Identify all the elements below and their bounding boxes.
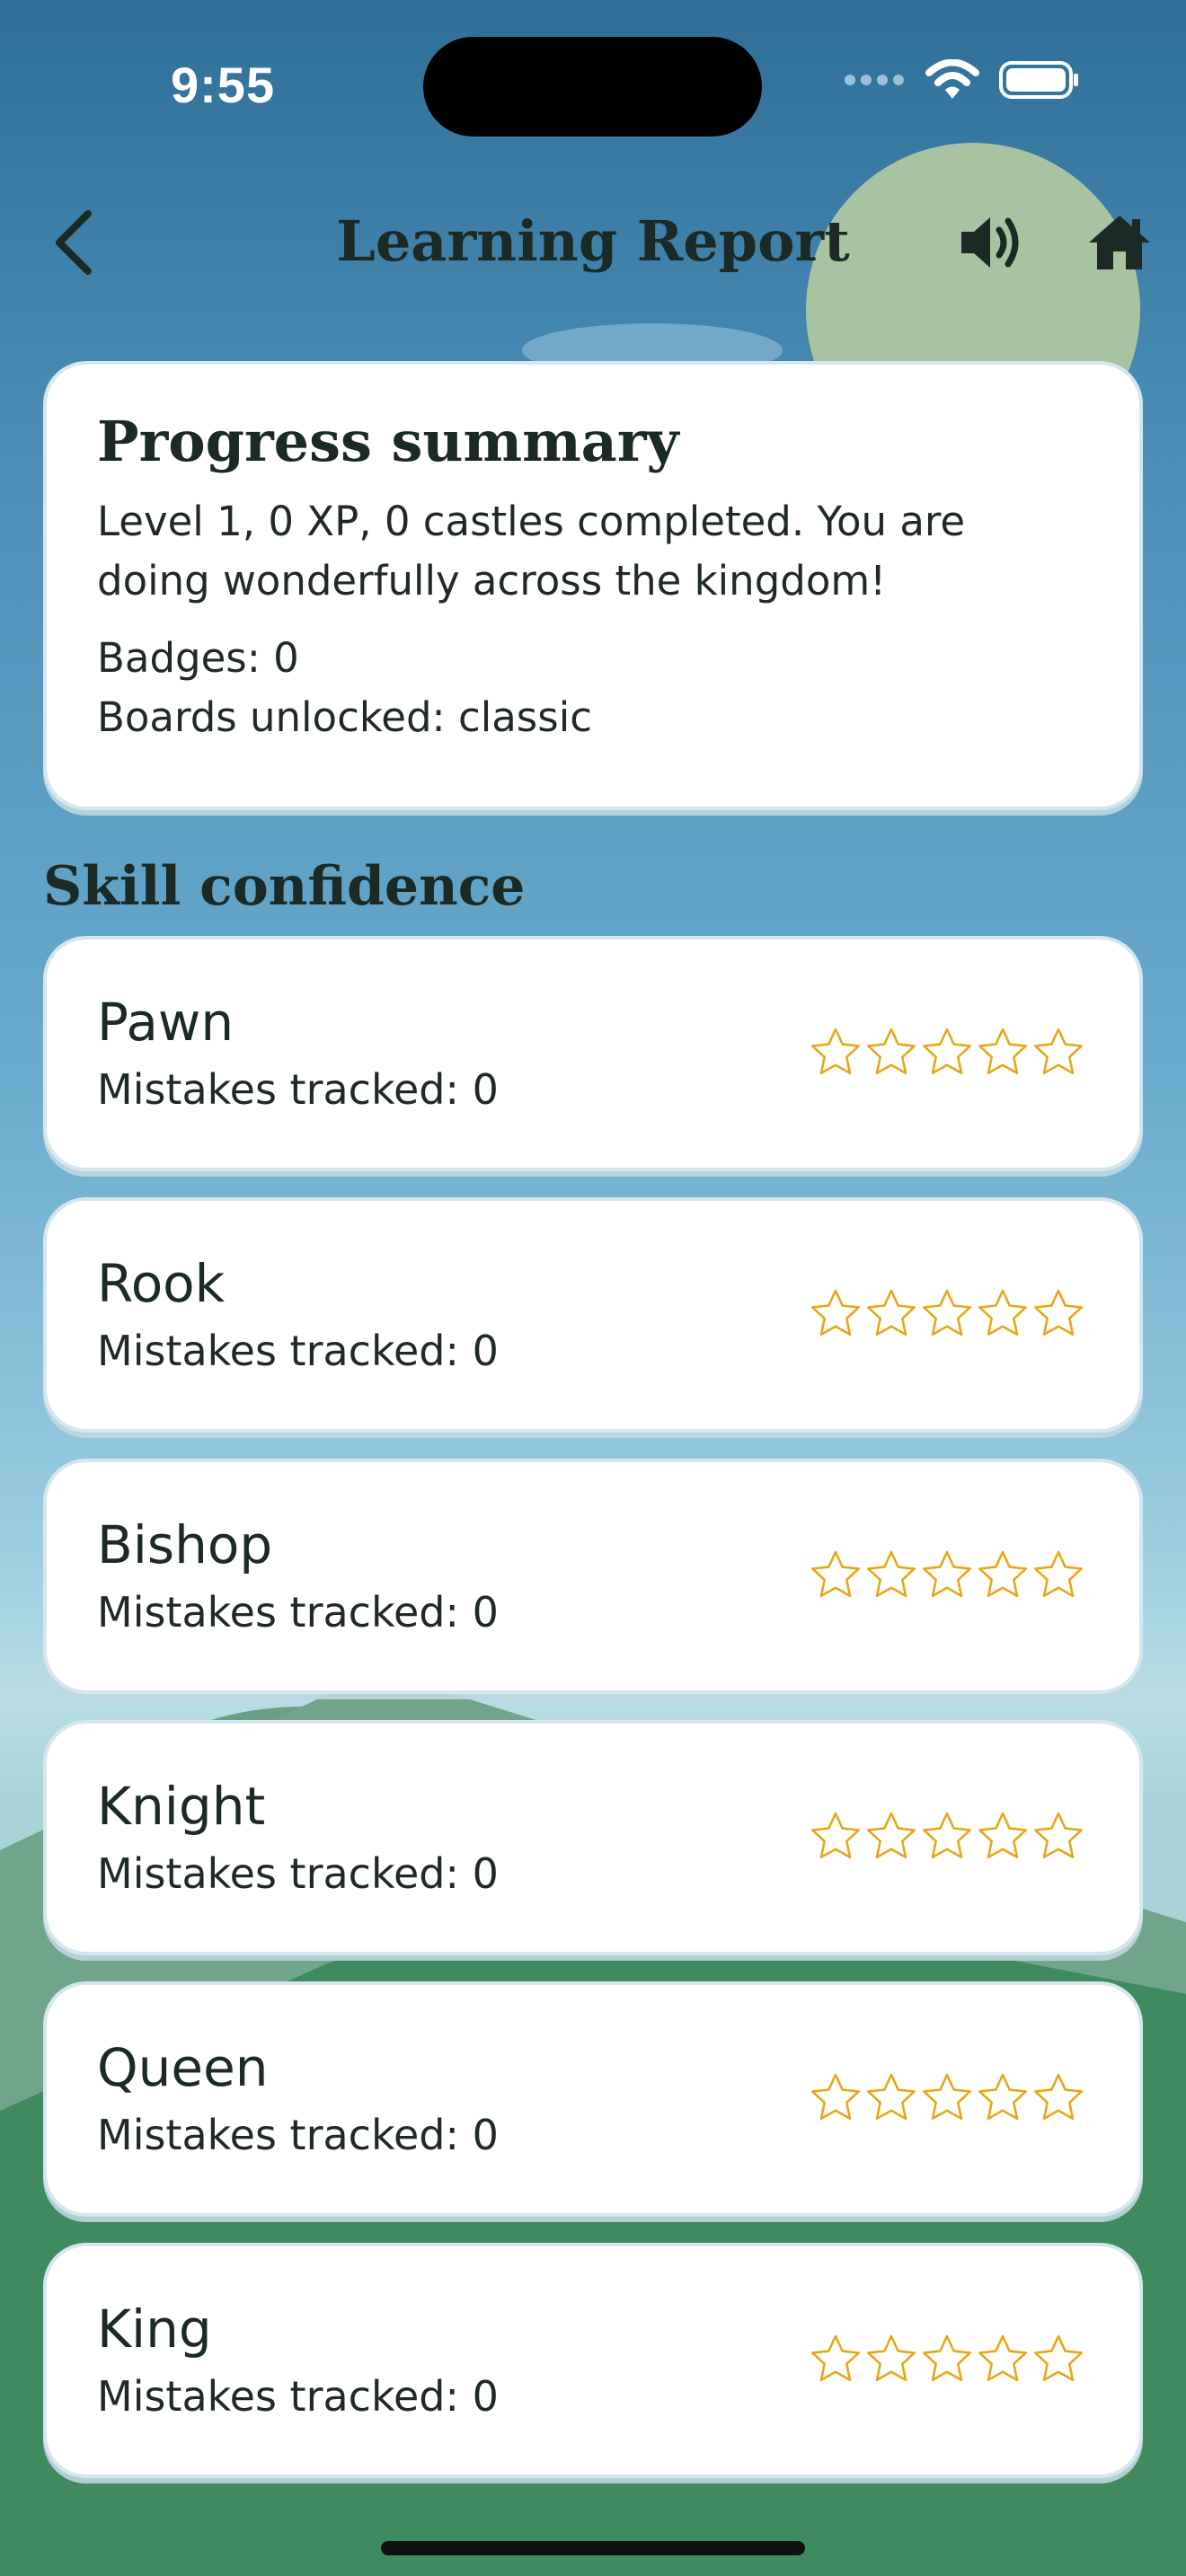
star-outline-icon bbox=[923, 1289, 971, 1337]
home-indicator bbox=[381, 2541, 805, 2555]
star-outline-icon bbox=[978, 1289, 1027, 1337]
boards-unlocked: Boards unlocked: classic bbox=[97, 693, 592, 742]
star-outline-icon bbox=[923, 1812, 971, 1859]
star-rating bbox=[809, 2333, 1085, 2386]
skill-mistakes: Mistakes tracked: 0 bbox=[97, 1849, 499, 1898]
skill-name: Pawn bbox=[97, 992, 235, 1053]
summary-meta: Badges: 0 Boards unlocked: classic bbox=[97, 629, 1089, 747]
skill-mistakes: Mistakes tracked: 0 bbox=[97, 1065, 499, 1114]
star-outline-icon bbox=[1034, 1812, 1083, 1859]
star-outline-icon bbox=[867, 1812, 916, 1859]
star-outline-icon bbox=[811, 2334, 860, 2382]
star-outline-icon bbox=[1034, 1550, 1083, 1598]
star-rating bbox=[809, 2071, 1085, 2125]
nav-bar: Learning Report bbox=[0, 180, 1186, 305]
star-rating bbox=[809, 1548, 1085, 1602]
status-icons bbox=[843, 59, 1080, 101]
star-outline-icon bbox=[867, 1550, 916, 1598]
status-time: 9:55 bbox=[171, 57, 276, 113]
star-outline-icon bbox=[811, 1812, 860, 1859]
skill-mistakes: Mistakes tracked: 0 bbox=[97, 2372, 499, 2421]
status-bar: 9:55 bbox=[0, 0, 1186, 171]
skill-name: Knight bbox=[97, 1776, 266, 1837]
star-outline-icon bbox=[978, 2334, 1027, 2382]
star-outline-icon bbox=[978, 1550, 1027, 1598]
skill-card-queen: Queen Mistakes tracked: 0 bbox=[43, 1981, 1143, 2217]
star-outline-icon bbox=[811, 1289, 860, 1337]
cellular-signal-icon bbox=[845, 75, 904, 85]
badges-count: Badges: 0 bbox=[97, 634, 299, 683]
skill-name: Queen bbox=[97, 2037, 269, 2098]
report-content: Progress summary Level 1, 0 XP, 0 castle… bbox=[43, 361, 1143, 2504]
star-rating bbox=[809, 1287, 1085, 1341]
star-rating bbox=[809, 1810, 1085, 1864]
star-outline-icon bbox=[1034, 2334, 1083, 2382]
star-outline-icon bbox=[811, 2073, 860, 2121]
wifi-icon bbox=[925, 59, 979, 99]
star-outline-icon bbox=[923, 2334, 971, 2382]
star-outline-icon bbox=[811, 1550, 860, 1598]
star-outline-icon bbox=[923, 2073, 971, 2121]
skill-name: Bishop bbox=[97, 1514, 273, 1575]
skill-confidence-heading: Skill confidence bbox=[43, 855, 526, 918]
home-icon bbox=[1089, 216, 1150, 269]
skill-name: Rook bbox=[97, 1253, 226, 1314]
skill-list: Pawn Mistakes tracked: 0 Rook Mistakes t… bbox=[43, 936, 1143, 2478]
star-rating bbox=[809, 1026, 1085, 1080]
star-outline-icon bbox=[1034, 1028, 1083, 1075]
star-outline-icon bbox=[867, 1028, 916, 1075]
star-outline-icon bbox=[867, 2334, 916, 2382]
star-outline-icon bbox=[978, 2073, 1027, 2121]
skill-name: King bbox=[97, 2298, 212, 2360]
speaker-icon bbox=[961, 217, 1019, 268]
star-outline-icon bbox=[923, 1550, 971, 1598]
sound-button[interactable] bbox=[958, 212, 1026, 273]
skill-card-king: King Mistakes tracked: 0 bbox=[43, 2243, 1143, 2478]
dynamic-island bbox=[423, 37, 762, 137]
summary-text: Level 1, 0 XP, 0 castles completed. You … bbox=[97, 498, 966, 605]
summary-title: Progress summary bbox=[97, 409, 679, 474]
skill-mistakes: Mistakes tracked: 0 bbox=[97, 2111, 499, 2159]
battery-icon bbox=[999, 61, 1078, 99]
star-outline-icon bbox=[978, 1812, 1027, 1859]
skill-card-knight: Knight Mistakes tracked: 0 bbox=[43, 1720, 1143, 1955]
skill-mistakes: Mistakes tracked: 0 bbox=[97, 1588, 499, 1636]
skill-mistakes: Mistakes tracked: 0 bbox=[97, 1327, 499, 1375]
home-button[interactable] bbox=[1087, 212, 1152, 273]
star-outline-icon bbox=[1034, 2073, 1083, 2121]
star-outline-icon bbox=[1034, 1289, 1083, 1337]
star-outline-icon bbox=[867, 2073, 916, 2121]
star-outline-icon bbox=[978, 1028, 1027, 1075]
skill-card-pawn: Pawn Mistakes tracked: 0 bbox=[43, 936, 1143, 1171]
star-outline-icon bbox=[811, 1028, 860, 1075]
skill-card-rook: Rook Mistakes tracked: 0 bbox=[43, 1197, 1143, 1433]
star-outline-icon bbox=[867, 1289, 916, 1337]
progress-summary-card: Progress summary Level 1, 0 XP, 0 castle… bbox=[43, 361, 1143, 810]
star-outline-icon bbox=[923, 1028, 971, 1075]
skill-card-bishop: Bishop Mistakes tracked: 0 bbox=[43, 1459, 1143, 1694]
